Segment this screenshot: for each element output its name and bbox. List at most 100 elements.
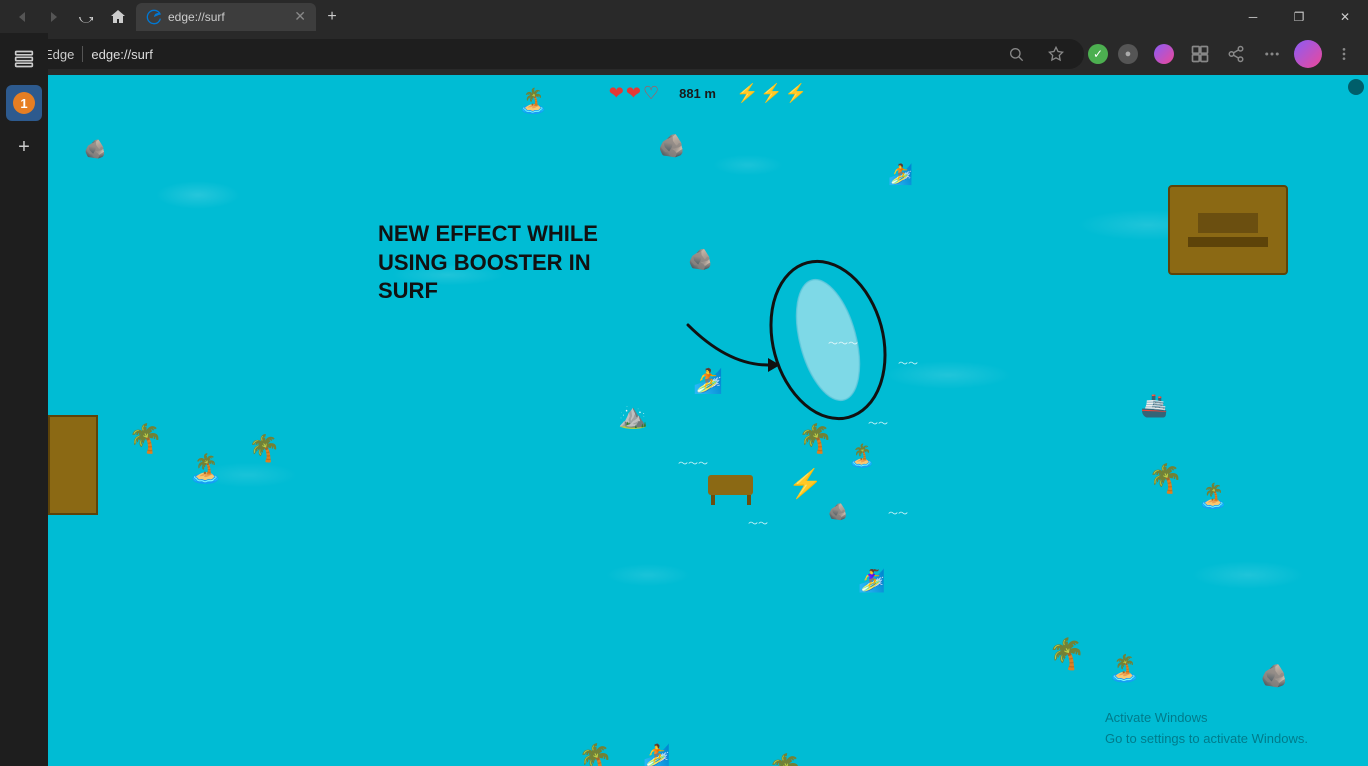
extension-btn-2[interactable] xyxy=(1148,38,1180,70)
surfer-top-right: 🏄 xyxy=(888,165,913,185)
island-right-1: 🌴 xyxy=(1148,465,1183,493)
rock-2: 🪨 xyxy=(688,250,713,270)
settings-more-icon xyxy=(1336,46,1352,62)
collections-icon xyxy=(1190,44,1210,64)
share-button[interactable] xyxy=(1220,38,1252,70)
new-tab-button[interactable]: + xyxy=(318,3,346,31)
island-left-1: 🌴 xyxy=(128,425,163,453)
extension-icon-2 xyxy=(1154,44,1174,64)
extension-btn-1[interactable]: ● xyxy=(1112,38,1144,70)
url-display: edge://surf xyxy=(91,47,152,62)
heart-2: ❤ xyxy=(626,83,641,104)
rock-1: 🪨 xyxy=(658,135,685,157)
left-building xyxy=(48,415,98,515)
island-left-2: 🏝️ xyxy=(188,455,223,483)
game-settings-dot[interactable] xyxy=(1348,79,1364,95)
back-button[interactable] xyxy=(8,3,36,31)
sidebar-workspaces-button[interactable]: 1 xyxy=(6,85,42,121)
edge-favicon xyxy=(146,9,162,25)
island-top-center: 🏝️ xyxy=(518,90,548,114)
sidebar-collections-button[interactable] xyxy=(6,41,42,77)
island-center-palm: 🌴 xyxy=(798,425,833,453)
island-bottom-2: 🏝️ xyxy=(1108,655,1140,681)
more-tools-button[interactable] xyxy=(1256,38,1288,70)
island-right-2: 🏝️ xyxy=(1198,485,1228,509)
game-hud: ❤ ❤ ♡ 881 m ⚡ ⚡ ⚡ xyxy=(609,83,807,104)
rock-3: 🪨 xyxy=(84,140,106,158)
watermark-line-2: Go to settings to activate Windows. xyxy=(1105,729,1308,750)
sidebar: 1 + xyxy=(0,33,48,766)
bench-leg-2 xyxy=(747,495,751,505)
profile-button[interactable] xyxy=(1292,38,1324,70)
window-controls: ─ ❐ ✕ xyxy=(1230,0,1368,33)
activate-watermark: Activate Windows Go to settings to activ… xyxy=(1105,708,1308,750)
sidebar-add-button[interactable]: + xyxy=(6,129,42,165)
splash-6: 〜〜 xyxy=(888,505,908,520)
island-bottom-center-2: 🌴 xyxy=(768,755,803,766)
tab-close-button[interactable]: ✕ xyxy=(294,8,306,25)
lightning-display: ⚡ ⚡ ⚡ xyxy=(736,83,807,104)
restore-button[interactable]: ❐ xyxy=(1276,0,1322,33)
search-icon-btn[interactable] xyxy=(1000,38,1032,70)
forward-button[interactable] xyxy=(40,3,68,31)
title-bar: edge://surf ✕ + ─ ❐ ✕ xyxy=(0,0,1368,33)
dock-structure xyxy=(1168,185,1288,277)
extension-icon-1: ● xyxy=(1118,44,1138,64)
settings-more-button[interactable] xyxy=(1328,38,1360,70)
lightning-3: ⚡ xyxy=(785,83,807,104)
splash-5: 〜〜 xyxy=(898,355,918,370)
watermark-line-1: Activate Windows xyxy=(1105,708,1308,729)
splash-3: 〜〜〜 xyxy=(678,455,708,470)
collections-button[interactable] xyxy=(1184,38,1216,70)
ocean-background: ❤ ❤ ♡ 881 m ⚡ ⚡ ⚡ NEW EFFECT WHILE USING… xyxy=(48,75,1368,766)
verified-icon: ✓ xyxy=(1088,44,1108,64)
annotation-line-1: NEW EFFECT WHILE xyxy=(378,220,598,249)
island-bottom-1: 🌴 xyxy=(1048,640,1085,670)
profile-avatar xyxy=(1294,40,1322,68)
dock-platform xyxy=(1188,237,1268,247)
hearts-display: ❤ ❤ ♡ xyxy=(609,83,659,104)
dock-roof xyxy=(1198,213,1258,233)
distance-display: 881 m xyxy=(679,86,716,101)
island-center-rocks: ⛰️ xyxy=(618,405,648,429)
heart-3: ♡ xyxy=(643,83,659,104)
bench-legs xyxy=(711,495,751,505)
lightning-2: ⚡ xyxy=(760,83,782,104)
rock-4: 🪨 xyxy=(828,505,848,521)
title-bar-left: edge://surf ✕ + xyxy=(8,3,346,31)
home-button[interactable] xyxy=(104,3,132,31)
island-bottom-center-1: 🌴 xyxy=(578,745,613,766)
lightning-pickup: ⚡ xyxy=(788,470,823,498)
bench-leg-1 xyxy=(711,495,715,505)
favorite-button[interactable] xyxy=(1040,38,1072,70)
main-surfer: 🏄 xyxy=(693,370,723,394)
boat-right: 🚢 xyxy=(1141,395,1168,417)
splash-1: 〜〜〜 xyxy=(828,335,858,350)
active-tab[interactable]: edge://surf ✕ xyxy=(136,3,316,31)
more-tools-icon xyxy=(1263,45,1281,63)
bench-top xyxy=(708,475,753,495)
splash-4: 〜〜 xyxy=(748,515,768,530)
workspace-avatar: 1 xyxy=(13,92,35,114)
refresh-button[interactable] xyxy=(72,3,100,31)
browser-name-label: Edge xyxy=(44,47,74,62)
tab-bar: edge://surf ✕ + xyxy=(136,3,346,31)
address-divider xyxy=(82,46,83,62)
annotation-text: NEW EFFECT WHILE USING BOOSTER IN SURF xyxy=(378,220,598,306)
toolbar: Edge edge://surf ✓ ● xyxy=(0,33,1368,75)
tab-label: edge://surf xyxy=(168,10,225,24)
address-bar[interactable]: Edge edge://surf xyxy=(8,39,1084,69)
character-bottom-center: 🏄 xyxy=(643,745,670,766)
sidebar-collections-icon xyxy=(14,49,34,69)
heart-1: ❤ xyxy=(609,83,624,104)
minimize-button[interactable]: ─ xyxy=(1230,0,1276,33)
game-area: ❤ ❤ ♡ 881 m ⚡ ⚡ ⚡ NEW EFFECT WHILE USING… xyxy=(48,75,1368,766)
lightning-1: ⚡ xyxy=(736,83,758,104)
browser-window: edge://surf ✕ + ─ ❐ ✕ Edge edge://surf xyxy=(0,0,1368,766)
island-center-2: 🏝️ xyxy=(848,445,875,467)
splash-2: 〜〜 xyxy=(868,415,888,430)
bench-object xyxy=(708,475,753,505)
surfer-bottom: 🏄‍♀️ xyxy=(858,570,885,592)
annotation-line-3: SURF xyxy=(378,277,598,306)
close-button[interactable]: ✕ xyxy=(1322,0,1368,33)
